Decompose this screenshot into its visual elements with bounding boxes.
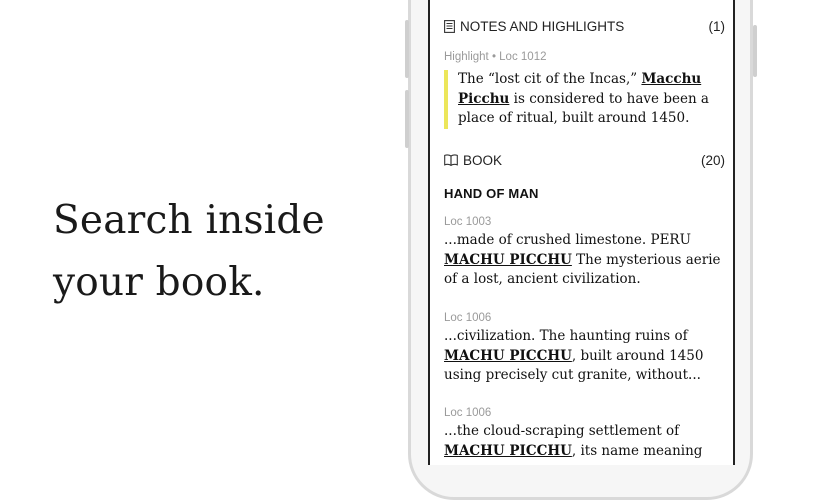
result-match: MACHU PICCHU [444,442,572,459]
highlight-entry[interactable]: The “lost cit of the Incas,” Macchu Picc… [444,70,733,129]
book-section-title: BOOK [463,152,503,168]
highlight-meta: Highlight • Loc 1012 [444,51,547,63]
highlight-text-pre: The “lost cit of the Incas,” [458,71,642,87]
notes-section-title: NOTES AND HIGHLIGHTS [460,18,625,34]
result-location: Loc 1006 [444,407,492,419]
search-result-1[interactable]: Loc 1003 ...made of crushed limestone. P… [444,216,729,290]
book-icon [444,154,458,166]
search-result-3[interactable]: Loc 1006 ...the cloud-scraping settlemen… [444,407,729,461]
result-text-pre: ...civilization. The haunting ruins of [444,328,688,344]
phone-power-button [753,25,757,77]
chapter-heading: HAND OF MAN [444,186,539,201]
result-text-pre: ...made of crushed limestone. PERU [444,232,691,248]
notes-section-header[interactable]: NOTES AND HIGHLIGHTS (1) [444,17,725,35]
search-results-screen: NOTES AND HIGHLIGHTS (1) Highlight • Loc… [428,0,735,465]
result-text-pre: ...the cloud-scraping settlement of [444,423,680,439]
phone-volume-up-button [405,20,409,78]
book-section-header[interactable]: BOOK (20) [444,151,725,169]
result-match: MACHU PICCHU [444,347,572,364]
result-text-post: , its name meaning [571,442,703,459]
result-match: MACHU PICCHU [444,251,572,268]
phone-volume-down-button [405,90,409,148]
notes-icon [444,19,455,33]
book-count: (20) [700,152,725,168]
result-location: Loc 1006 [444,312,492,324]
search-result-2[interactable]: Loc 1006 ...civilization. The haunting r… [444,312,729,386]
tagline: Search inside your book. [53,190,325,314]
notes-count: (1) [708,18,726,34]
tagline-line-2: your book. [53,260,265,305]
result-location: Loc 1003 [444,216,492,228]
tagline-line-1: Search inside [53,198,325,243]
